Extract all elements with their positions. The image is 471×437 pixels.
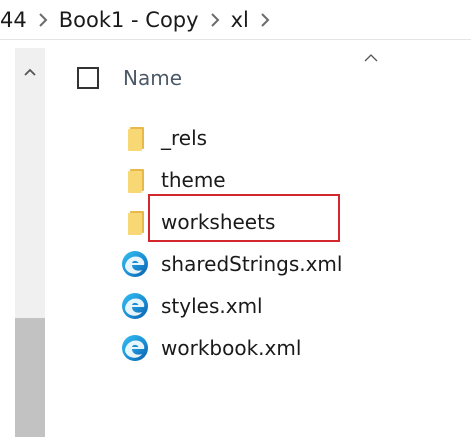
column-header-name[interactable]: Name xyxy=(123,66,182,90)
edge-xml-icon xyxy=(120,333,150,363)
select-all-checkbox[interactable] xyxy=(77,67,99,89)
folder-icon xyxy=(120,165,150,195)
edge-xml-icon xyxy=(120,249,150,279)
vertical-scrollbar[interactable] xyxy=(15,48,45,437)
chevron-right-icon[interactable] xyxy=(260,12,270,27)
chevron-right-icon[interactable] xyxy=(210,12,220,27)
column-header: Name xyxy=(77,62,182,94)
highlight-box xyxy=(148,194,340,242)
breadcrumb-item-44[interactable]: 44 xyxy=(0,8,27,32)
file-name: _rels xyxy=(161,126,208,150)
list-item[interactable]: sharedStrings.xml xyxy=(120,243,342,285)
file-name: sharedStrings.xml xyxy=(161,252,343,276)
sort-ascending-icon xyxy=(364,48,378,62)
breadcrumb-item-xl[interactable]: xl xyxy=(231,8,249,32)
edge-xml-icon xyxy=(120,291,150,321)
list-item[interactable]: workbook.xml xyxy=(120,327,342,369)
file-list: _rels theme worksheets sharedStrings.xml… xyxy=(120,117,342,369)
breadcrumb-item-book1-copy[interactable]: Book1 - Copy xyxy=(59,8,199,32)
scroll-thumb[interactable] xyxy=(15,318,45,437)
scroll-up-button[interactable] xyxy=(15,58,45,86)
folder-icon xyxy=(120,207,150,237)
file-name: theme xyxy=(161,168,226,192)
file-name: styles.xml xyxy=(161,294,263,318)
folder-icon xyxy=(120,123,150,153)
list-item[interactable]: styles.xml xyxy=(120,285,342,327)
chevron-right-icon[interactable] xyxy=(38,12,48,27)
breadcrumb: 44 Book1 - Copy xl xyxy=(0,0,471,40)
list-item[interactable]: _rels xyxy=(120,117,342,159)
chevron-up-icon xyxy=(24,68,36,76)
file-name: workbook.xml xyxy=(161,336,302,360)
